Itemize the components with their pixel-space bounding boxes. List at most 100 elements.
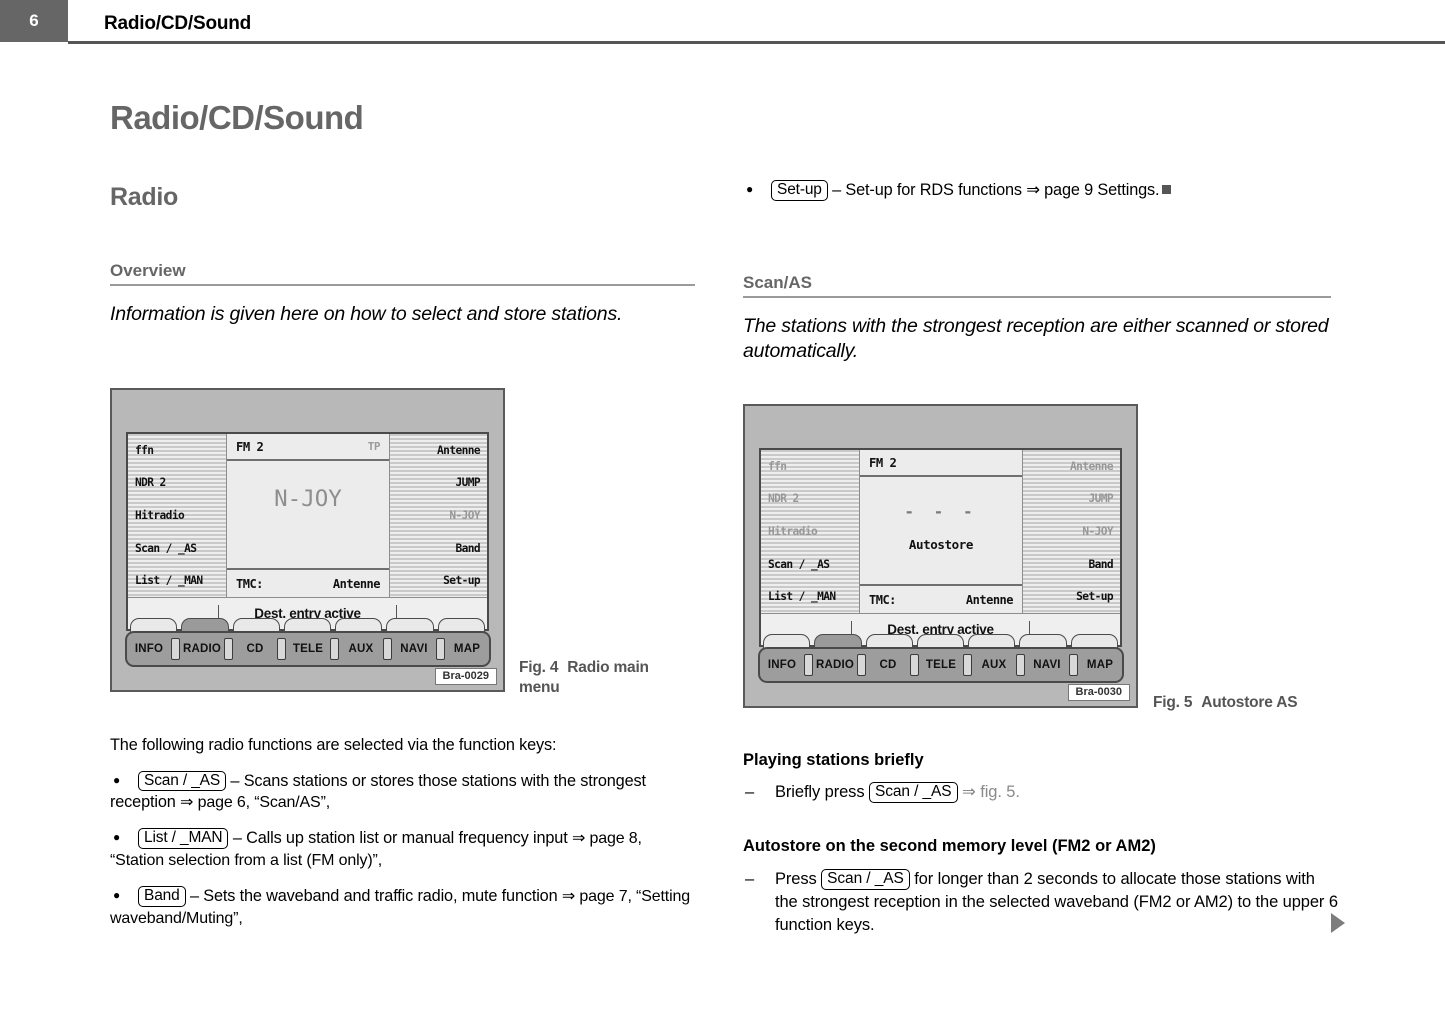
screen-station-area: - - - Autostore: [860, 477, 1022, 584]
chapter-title: Radio/CD/Sound: [110, 99, 364, 136]
hardkey-aux[interactable]: AUX: [972, 659, 1016, 671]
left-item-ffn[interactable]: ffn: [761, 450, 859, 483]
hardkey-info[interactable]: INFO: [760, 659, 804, 671]
keycap-scan-as[interactable]: Scan / _AS: [821, 868, 910, 890]
right-item-setup[interactable]: Set-up: [390, 565, 487, 598]
right-item-n-joy[interactable]: N-JOY: [390, 499, 487, 532]
left-item-ndr2[interactable]: NDR 2: [128, 467, 226, 500]
figure-radio-main-menu: ffn NDR 2 Hitradio Scan / _AS List / _MA…: [110, 388, 505, 692]
bullet-list-man-text: – Calls up station list or manual freque…: [228, 829, 572, 848]
key-divider-icon: [171, 638, 180, 660]
step-press-longer-text-before: Press: [775, 869, 822, 888]
page-header: 6 Radio/CD/Sound: [0, 0, 1445, 44]
hardkey-tele[interactable]: TELE: [919, 659, 963, 671]
bullet-band: Band – Sets the waveband and traffic rad…: [110, 885, 698, 930]
left-item-hitradio[interactable]: Hitradio: [128, 499, 226, 532]
hardkey-cd[interactable]: CD: [866, 659, 910, 671]
bullet-marker: [110, 886, 138, 908]
right-item-n-joy[interactable]: N-JOY: [1023, 515, 1120, 548]
right-item-antenne[interactable]: Antenne: [1023, 450, 1120, 483]
right-item-band[interactable]: Band: [1023, 548, 1120, 581]
band-label: FM 2: [236, 439, 264, 454]
left-item-list-man[interactable]: List / _MAN: [761, 581, 859, 614]
hardkey-map[interactable]: MAP: [445, 643, 489, 655]
heading-playing-stations-briefly: Playing stations briefly: [743, 751, 924, 769]
right-column: Set-up – Set-up for RDS functions ⇒ page…: [743, 180, 1331, 364]
keycap-list-man[interactable]: List / _MAN: [138, 828, 229, 850]
screen-main-area: ffn NDR 2 Hitradio Scan / _AS List / _MA…: [128, 434, 487, 598]
right-item-antenne[interactable]: Antenne: [390, 434, 487, 467]
function-keys-intro: The following radio functions are select…: [110, 736, 557, 754]
page-number: 6: [0, 0, 68, 42]
bullet-scan-as-ref: ⇒ page 6, “Scan/AS”,: [180, 794, 331, 812]
hardkey-info[interactable]: INFO: [127, 643, 171, 655]
key-divider-icon: [963, 654, 972, 676]
key-divider-icon: [383, 638, 392, 660]
bullet-scan-as: Scan / _AS – Scans stations or stores th…: [110, 770, 698, 815]
screen-station-area: N-JOY: [227, 461, 389, 568]
tp-indicator: TP: [367, 440, 381, 453]
band-label: FM 2: [869, 455, 897, 470]
hardkey-map[interactable]: MAP: [1078, 659, 1122, 671]
keycap-scan-as[interactable]: Scan / _AS: [138, 770, 227, 792]
tmc-label: TMC:: [236, 576, 263, 591]
hardkey-radio[interactable]: RADIO: [813, 659, 857, 671]
dash-marker: –: [745, 869, 755, 888]
key-divider-icon: [1069, 654, 1078, 676]
bullet-setup: Set-up – Set-up for RDS functions ⇒ page…: [743, 180, 1331, 202]
hardkey-radio[interactable]: RADIO: [180, 643, 224, 655]
left-item-ffn[interactable]: ffn: [128, 434, 226, 467]
scan-as-instructions: Playing stations briefly – Briefly press …: [743, 750, 1339, 936]
radio-display-screen: ffn NDR 2 Hitradio Scan / _AS List / _MA…: [126, 432, 489, 631]
figure-autostore-as: ffn NDR 2 Hitradio Scan / _AS List / _MA…: [743, 404, 1138, 708]
right-item-jump[interactable]: JUMP: [390, 467, 487, 500]
bullet-marker: [110, 828, 138, 850]
left-item-scan-as[interactable]: Scan / _AS: [761, 548, 859, 581]
end-of-section-marker: [1162, 185, 1172, 194]
hardkey-tele[interactable]: TELE: [286, 643, 330, 655]
screen-center-panel: FM 2 TP N-JOY TMC: Antenne: [227, 434, 389, 598]
hardkey-navi[interactable]: NAVI: [392, 643, 436, 655]
figure-5-caption-text: Autostore AS: [1201, 694, 1298, 711]
bullet-marker: [743, 180, 771, 202]
keycap-band[interactable]: Band: [138, 885, 186, 907]
right-item-jump[interactable]: JUMP: [1023, 483, 1120, 516]
bullet-list-man: List / _MAN – Calls up station list or m…: [110, 828, 698, 872]
key-divider-icon: [436, 638, 445, 660]
keycap-scan-as[interactable]: Scan / _AS: [868, 782, 958, 804]
hardkey-navi[interactable]: NAVI: [1025, 659, 1069, 671]
radio-display-screen: ffn NDR 2 Hitradio Scan / _AS List / _MA…: [759, 448, 1122, 647]
hardkey-cd[interactable]: CD: [233, 643, 277, 655]
hardkey-bar: INFO RADIO CD TELE AUX NAVI MAP: [758, 647, 1124, 683]
screen-tmc-row: TMC: Antenne: [227, 568, 389, 597]
left-column: Radio/CD/Sound Radio Overview Informatio…: [110, 99, 695, 327]
subsection-title-overview: Overview: [110, 260, 695, 287]
step-briefly-press: – Briefly press Scan / _AS ⇒ fig. 5.: [743, 781, 1339, 804]
overview-lead-paragraph: Information is given here on how to sele…: [110, 303, 623, 326]
screen-right-function-panel: Antenne JUMP N-JOY Band Set-up: [1022, 450, 1120, 614]
right-item-band[interactable]: Band: [390, 532, 487, 565]
left-item-list-man[interactable]: List / _MAN: [128, 565, 226, 598]
left-item-scan-as[interactable]: Scan / _AS: [128, 532, 226, 565]
autostore-label: Autostore: [908, 536, 974, 552]
current-station-name: N-JOY: [274, 485, 342, 512]
key-divider-icon: [910, 654, 919, 676]
right-item-setup[interactable]: Set-up: [1023, 581, 1120, 614]
keycap-setup[interactable]: Set-up: [771, 180, 828, 201]
key-divider-icon: [330, 638, 339, 660]
left-item-ndr2[interactable]: NDR 2: [761, 483, 859, 516]
hardkey-aux[interactable]: AUX: [339, 643, 383, 655]
screen-right-function-panel: Antenne JUMP N-JOY Band Set-up: [389, 434, 487, 598]
figure-5-caption-label: Fig. 5: [1153, 694, 1193, 711]
screen-center-panel: FM 2 - - - Autostore TMC: Antenne: [860, 450, 1022, 614]
figure-4-caption-label: Fig. 4: [519, 659, 559, 676]
dash-marker: –: [745, 783, 755, 802]
tmc-label: TMC:: [869, 592, 896, 607]
hardkey-bar: INFO RADIO CD TELE AUX NAVI MAP: [125, 631, 491, 667]
left-item-hitradio[interactable]: Hitradio: [761, 515, 859, 548]
screen-main-area: ffn NDR 2 Hitradio Scan / _AS List / _MA…: [761, 450, 1120, 614]
screen-band-row: FM 2: [860, 450, 1022, 477]
header-title: Radio/CD/Sound: [104, 13, 252, 34]
tmc-value: Antenne: [332, 576, 381, 591]
